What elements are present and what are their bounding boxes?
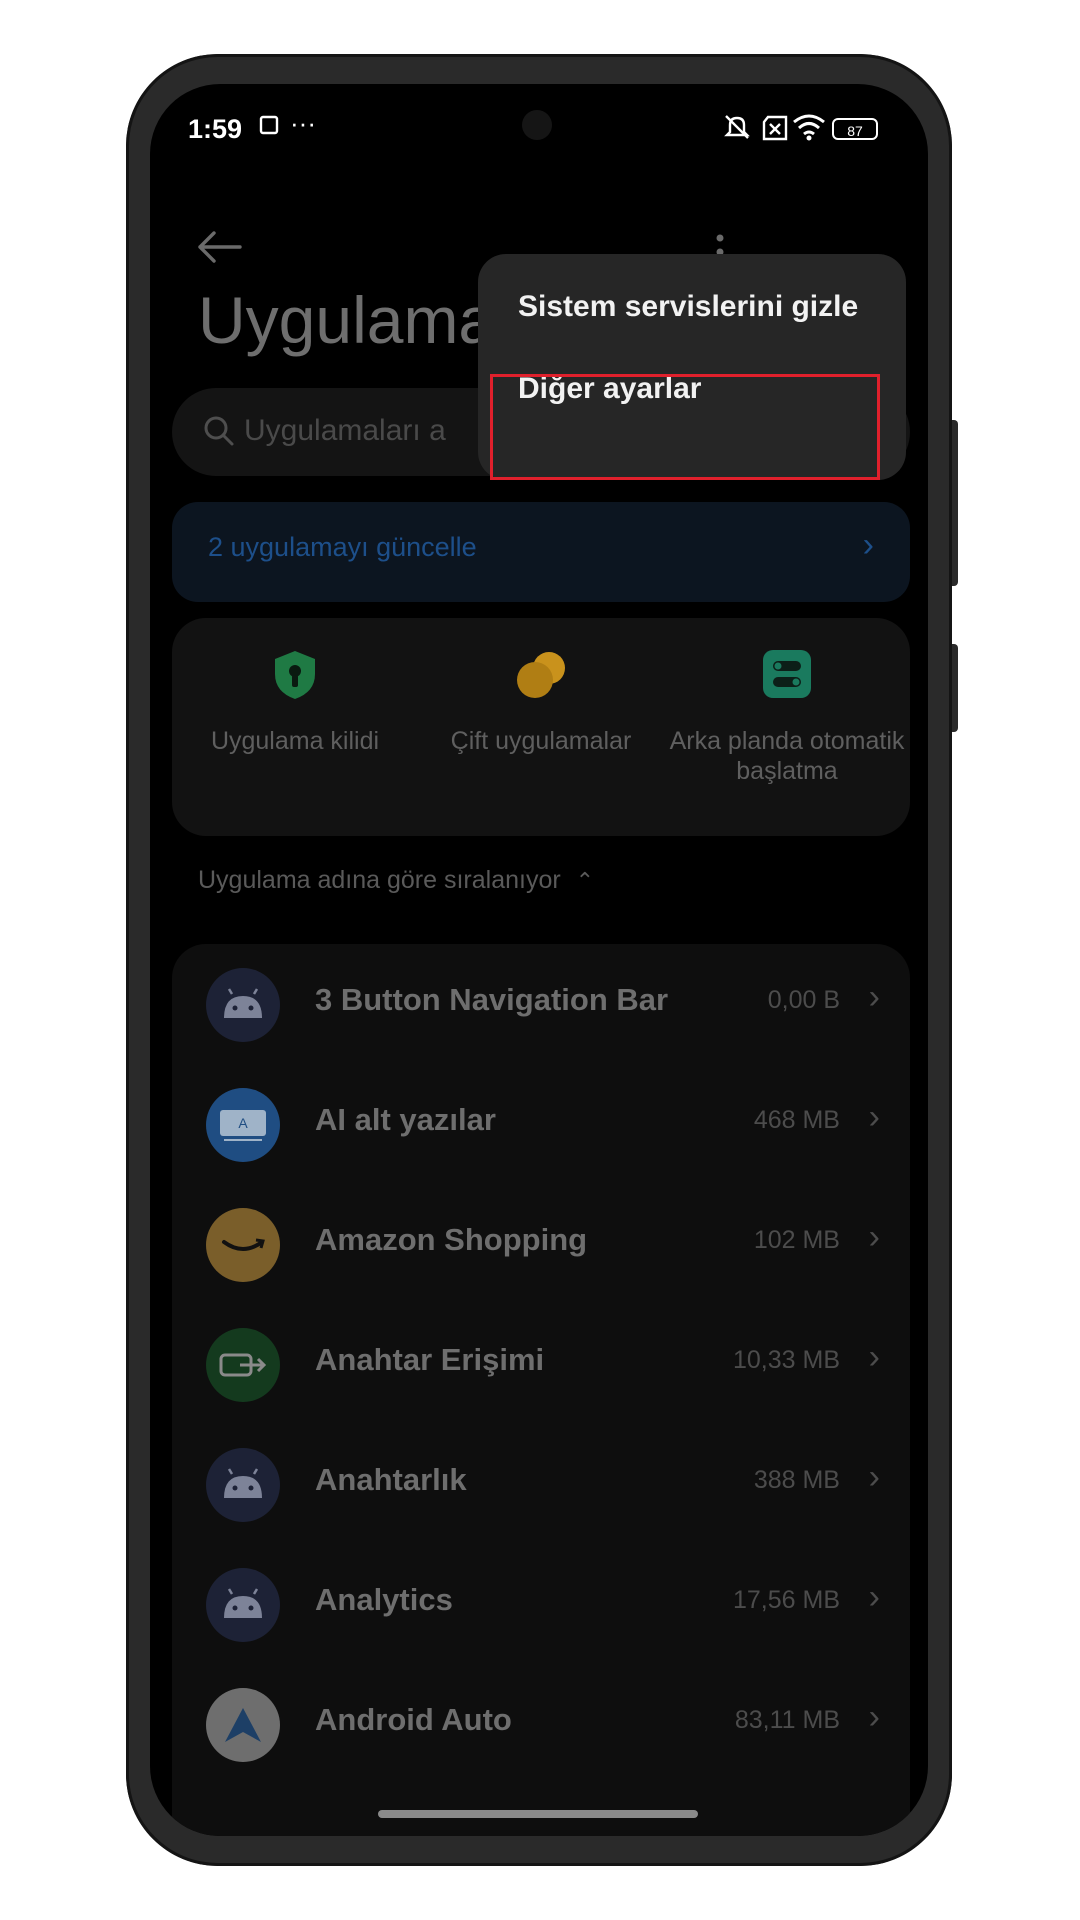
app-name: Anahtarlık	[315, 1462, 467, 1497]
sim-off-icon	[760, 114, 790, 147]
quick-action-dual-apps[interactable]: Çift uygulamalar	[418, 618, 664, 836]
app-size: 0,00 B	[767, 986, 840, 1014]
quick-action-autostart[interactable]: Arka planda otomatik başlatma	[664, 618, 910, 836]
screen-record-icon	[258, 114, 280, 142]
page-title: Uygulama	[198, 283, 496, 357]
app-name: Anahtar Erişimi	[315, 1342, 545, 1377]
key-access-icon	[206, 1328, 280, 1402]
quick-actions-card: Uygulama kilidi Çift uygulamalar Arka pl…	[172, 618, 910, 836]
more-dots-icon: ···	[290, 108, 316, 138]
list-item[interactable]: Anahtar Erişimi 10,33 MB ›	[172, 1304, 910, 1424]
menu-item-hide-system-services[interactable]: Sistem servislerini gizle	[518, 290, 858, 324]
android-auto-icon	[206, 1688, 280, 1762]
android-icon	[206, 968, 280, 1042]
ai-subtitles-icon: A	[206, 1088, 280, 1162]
app-name: Amazon Shopping	[315, 1222, 588, 1257]
autostart-toggle-icon	[664, 648, 910, 710]
shield-lock-icon	[172, 648, 418, 710]
sort-selector[interactable]: Uygulama adına göre sıralanıyor ⌃	[198, 866, 594, 895]
sort-updown-icon: ⌃	[575, 868, 595, 893]
list-item[interactable]: Amazon Shopping 102 MB ›	[172, 1184, 910, 1304]
highlight-box	[490, 374, 880, 480]
svg-text:A: A	[238, 1115, 248, 1131]
update-banner-label: 2 uygulamayı güncelle	[208, 532, 477, 562]
screen: 1:59 ··· 87 Uygulama Uygulamaları a 2 uy…	[150, 84, 928, 1836]
quick-action-app-lock[interactable]: Uygulama kilidi	[172, 618, 418, 836]
app-name: Analytics	[315, 1582, 453, 1617]
amazon-icon	[206, 1208, 280, 1282]
app-size: 83,11 MB	[734, 1706, 840, 1734]
wifi-icon	[792, 112, 826, 147]
status-time: 1:59	[188, 114, 243, 144]
app-name: 3 Button Navigation Bar	[315, 982, 669, 1017]
sort-label: Uygulama adına göre sıralanıyor	[198, 866, 561, 894]
quick-action-label: Arka planda otomatik başlatma	[669, 727, 905, 785]
chevron-right-icon: ›	[868, 1698, 880, 1736]
app-size: 468 MB	[753, 1106, 840, 1134]
front-camera	[522, 110, 552, 140]
app-size: 17,56 MB	[732, 1586, 840, 1614]
list-item[interactable]: Anahtarlık 388 MB ›	[172, 1424, 910, 1544]
chevron-right-icon: ›	[868, 1458, 880, 1496]
app-name: AI alt yazılar	[315, 1102, 496, 1137]
search-icon	[202, 414, 236, 453]
volume-button	[952, 420, 958, 586]
back-arrow-icon[interactable]	[196, 230, 244, 269]
dual-apps-icon	[418, 648, 664, 710]
android-icon	[206, 1448, 280, 1522]
list-item[interactable]: Android Auto 83,11 MB ›	[172, 1664, 910, 1784]
chevron-right-icon: ›	[868, 1578, 880, 1616]
app-size: 10,33 MB	[732, 1346, 840, 1374]
chevron-right-icon: ›	[868, 978, 880, 1016]
android-icon	[206, 1568, 280, 1642]
mute-icon	[722, 112, 752, 147]
chevron-right-icon: ›	[868, 1338, 880, 1376]
chevron-right-icon: ›	[862, 526, 874, 564]
chevron-right-icon: ›	[868, 1098, 880, 1136]
update-banner[interactable]: 2 uygulamayı güncelle ›	[172, 502, 910, 602]
app-list: 3 Button Navigation Bar 0,00 B › A AI al…	[172, 944, 910, 1836]
app-name: Android Auto	[315, 1702, 512, 1737]
list-item[interactable]: Analytics 17,56 MB ›	[172, 1544, 910, 1664]
power-button	[952, 644, 958, 732]
search-placeholder: Uygulamaları a	[244, 414, 446, 447]
quick-action-label: Çift uygulamalar	[450, 727, 632, 755]
list-item[interactable]: A AI alt yazılar 468 MB ›	[172, 1064, 910, 1184]
quick-action-label: Uygulama kilidi	[210, 727, 380, 755]
chevron-right-icon: ›	[868, 1218, 880, 1256]
battery-indicator: 87	[832, 118, 878, 140]
app-size: 102 MB	[753, 1226, 840, 1254]
list-item[interactable]: 3 Button Navigation Bar 0,00 B ›	[172, 944, 910, 1064]
app-size: 388 MB	[753, 1466, 840, 1494]
home-indicator[interactable]	[378, 1810, 698, 1818]
